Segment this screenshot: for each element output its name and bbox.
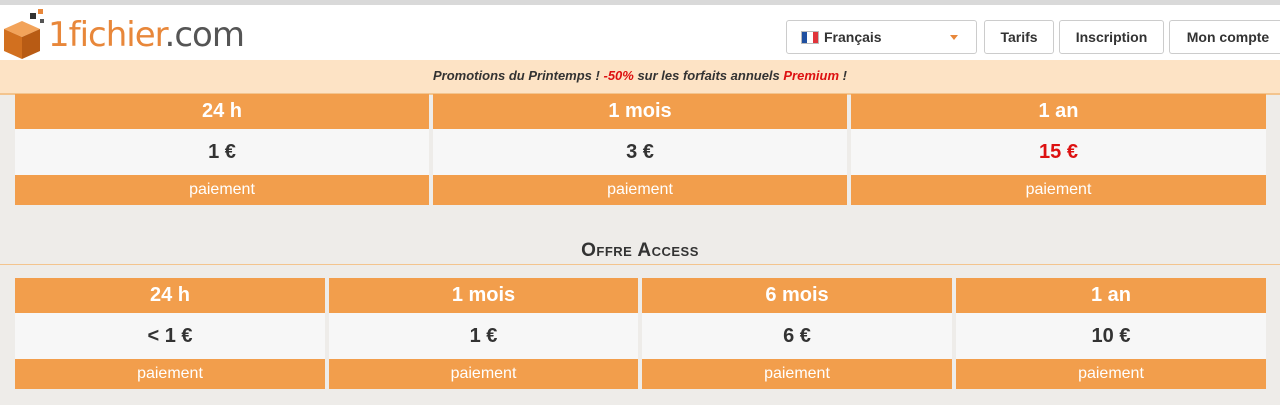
plan-card: 1 an 10 € paiement	[956, 278, 1266, 389]
plan-duration: 1 mois	[329, 278, 638, 313]
promo-tail: !	[839, 68, 847, 83]
plan-duration: 24 h	[15, 94, 429, 129]
chevron-down-icon	[950, 35, 958, 40]
plan-price: 3 €	[433, 129, 847, 175]
promo-banner: Promotions du Printemps ! -50% sur les f…	[0, 60, 1280, 95]
payment-button[interactable]: paiement	[329, 359, 638, 389]
inscription-button[interactable]: Inscription	[1059, 20, 1164, 54]
mon-compte-button[interactable]: Mon compte	[1169, 20, 1280, 54]
plan-price: 1 €	[15, 129, 429, 175]
plan-price: < 1 €	[15, 313, 325, 359]
plan-duration: 1 an	[851, 94, 1266, 129]
plan-card: 24 h < 1 € paiement	[15, 278, 325, 389]
payment-button[interactable]: paiement	[956, 359, 1266, 389]
plan-card: 24 h 1 € paiement	[15, 94, 429, 205]
plan-card: 6 mois 6 € paiement	[642, 278, 952, 389]
plan-duration: 1 an	[956, 278, 1266, 313]
plan-price: 15 €	[851, 129, 1266, 175]
plan-duration: 1 mois	[433, 94, 847, 129]
plan-price: 10 €	[956, 313, 1266, 359]
payment-button[interactable]: paiement	[15, 175, 429, 205]
plan-duration: 24 h	[15, 278, 325, 313]
plan-card: 1 mois 3 € paiement	[433, 94, 847, 205]
language-label: Français	[824, 29, 882, 45]
payment-button[interactable]: paiement	[15, 359, 325, 389]
plan-price: 1 €	[329, 313, 638, 359]
access-plans: 24 h < 1 € paiement 1 mois 1 € paiement …	[15, 278, 1266, 389]
promo-middle: sur les forfaits annuels	[633, 68, 784, 83]
plan-duration: 6 mois	[642, 278, 952, 313]
tarifs-button[interactable]: Tarifs	[984, 20, 1054, 54]
french-flag-icon	[801, 30, 819, 44]
box-logo-icon	[4, 9, 44, 59]
promo-discount: -50%	[603, 68, 634, 83]
payment-button[interactable]: paiement	[851, 175, 1266, 205]
payment-button[interactable]: paiement	[433, 175, 847, 205]
logo-text: 1fichier.com	[48, 15, 245, 55]
plan-card: 1 an 15 € paiement	[851, 94, 1266, 205]
payment-button[interactable]: paiement	[642, 359, 952, 389]
promo-product: Premium	[783, 68, 840, 83]
site-header: 1fichier.com Français Tarifs Inscription…	[0, 0, 1280, 60]
language-select[interactable]: Français	[786, 20, 977, 54]
section-title-access: Offre Access	[0, 240, 1280, 265]
premium-plans: 24 h 1 € paiement 1 mois 3 € paiement 1 …	[15, 94, 1266, 205]
plan-card: 1 mois 1 € paiement	[329, 278, 638, 389]
promo-lead: Promotions du Printemps !	[433, 68, 604, 83]
plan-price: 6 €	[642, 313, 952, 359]
site-logo[interactable]: 1fichier.com	[0, 7, 245, 63]
